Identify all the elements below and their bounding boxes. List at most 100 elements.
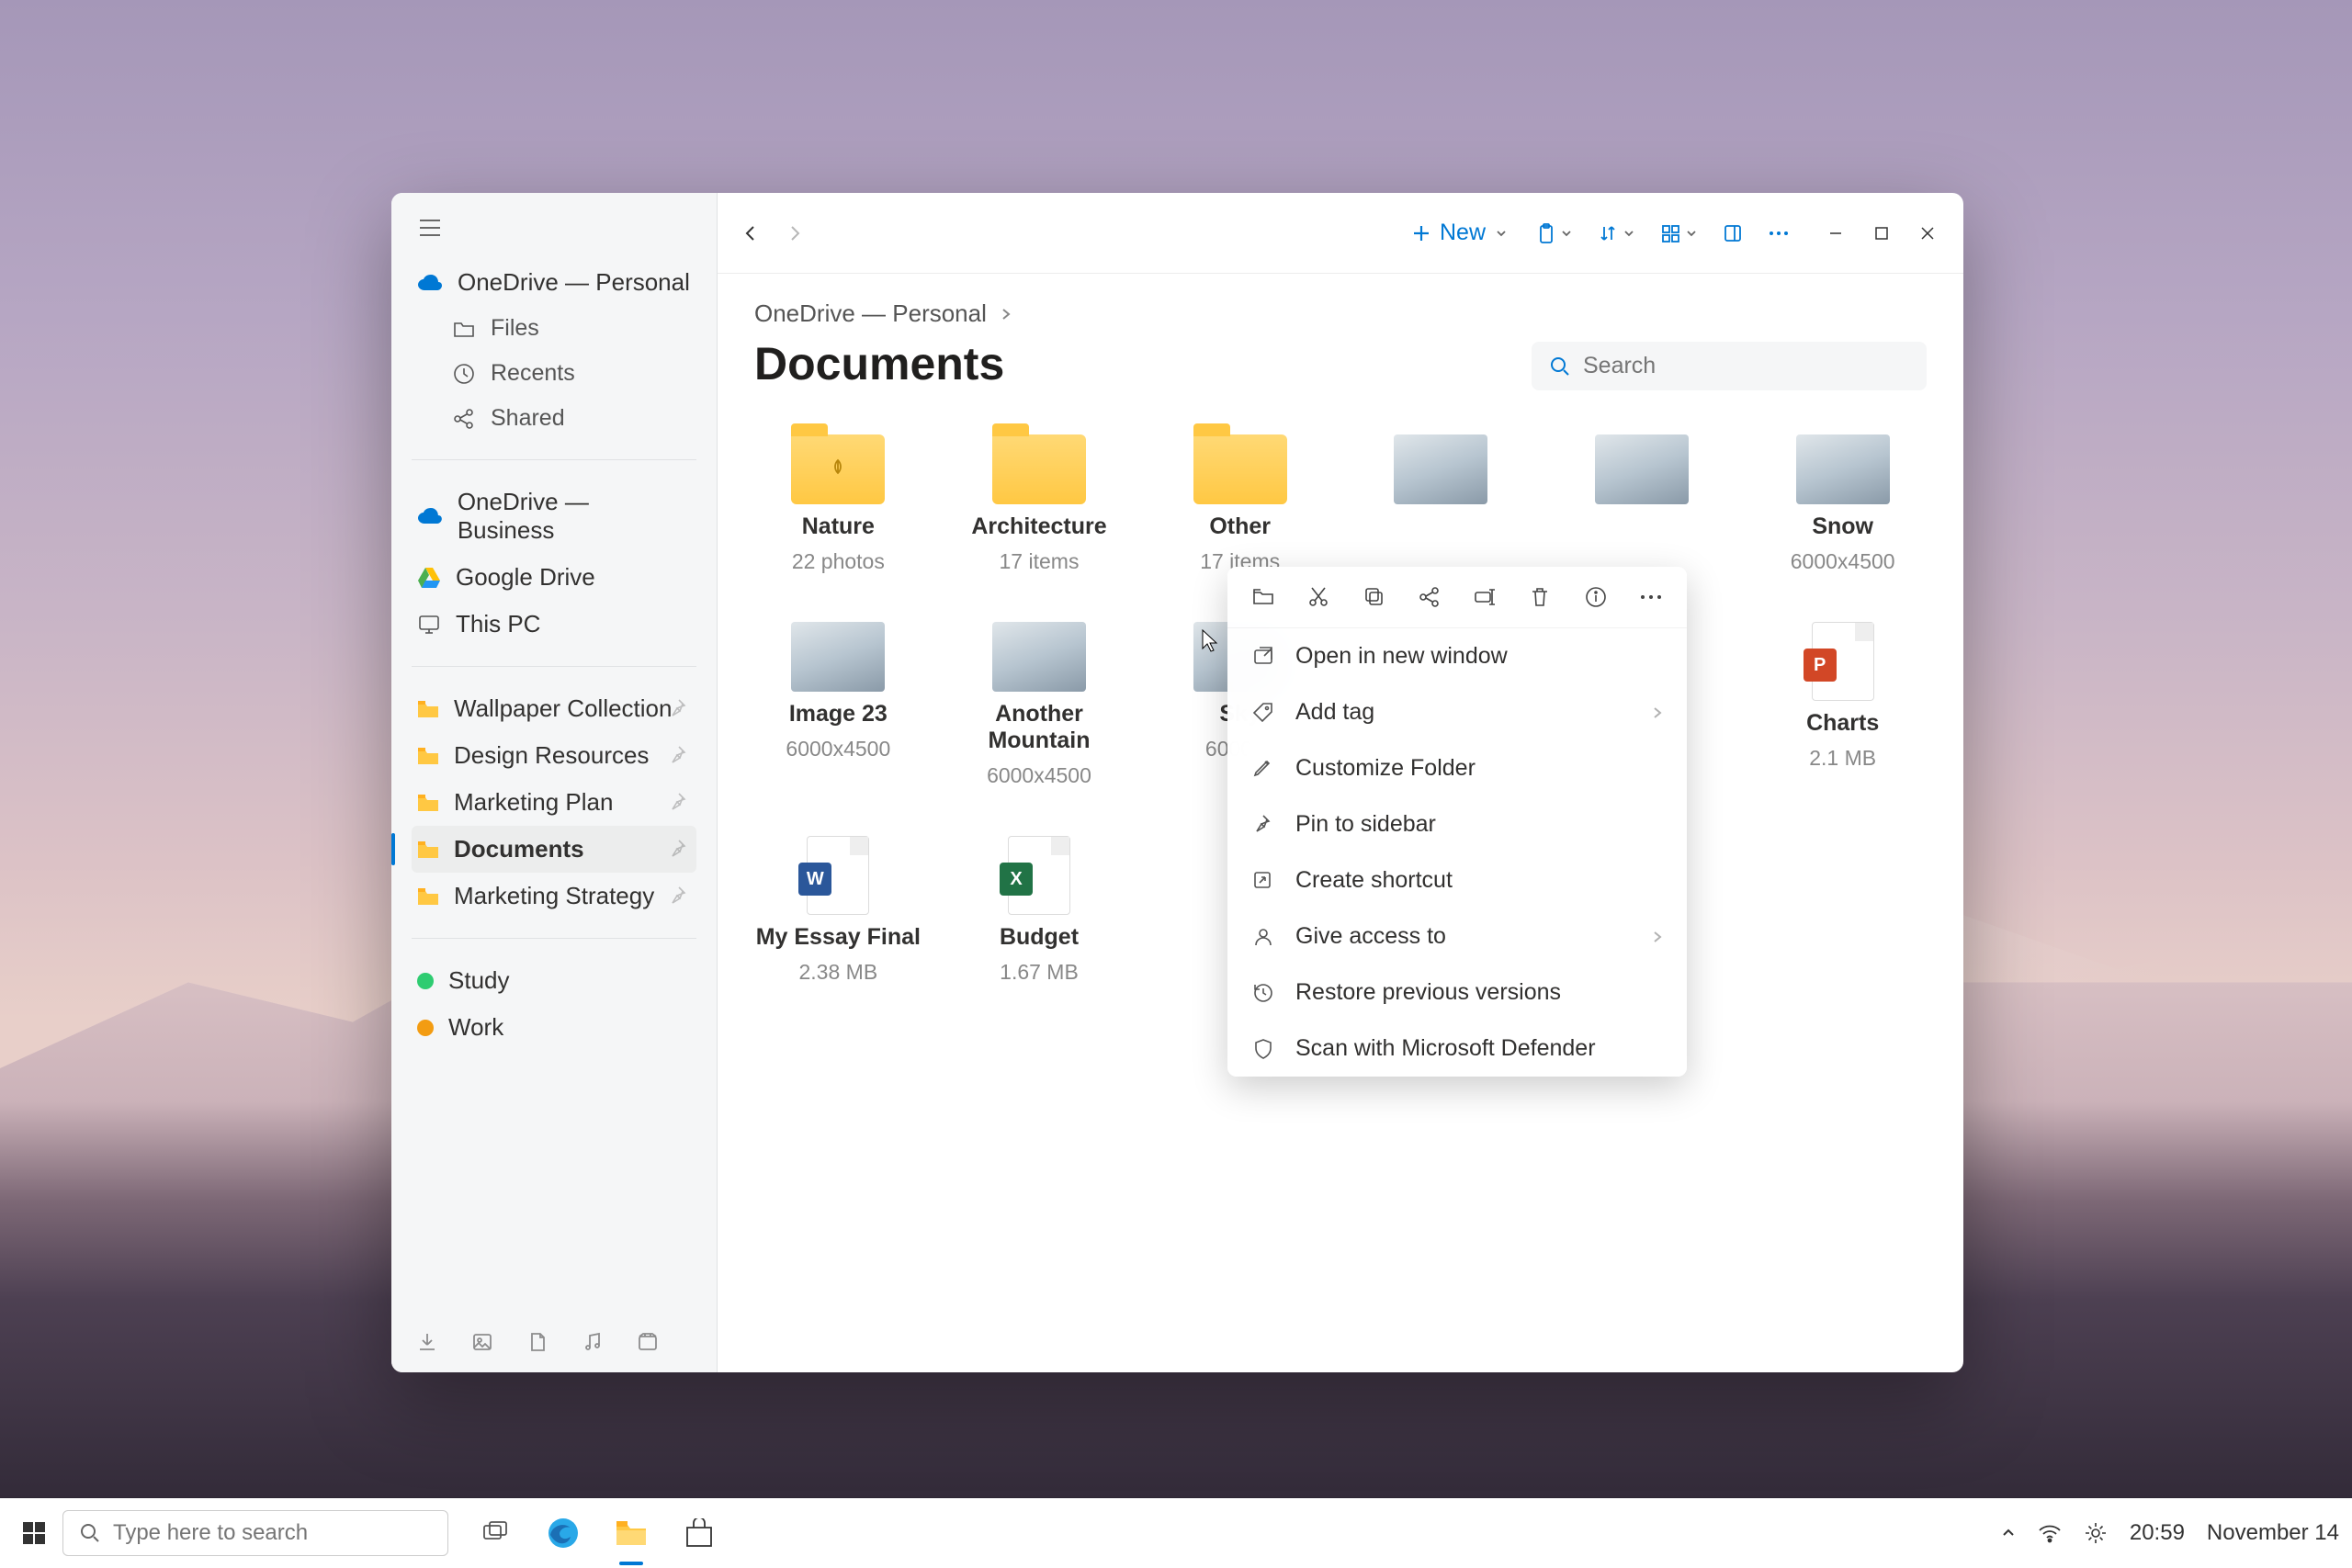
page-title: Documents <box>754 337 1012 390</box>
forward-button[interactable] <box>776 215 813 252</box>
ctx-row-customize-folder[interactable]: Customize Folder <box>1227 740 1687 796</box>
pictures-icon[interactable] <box>469 1328 496 1356</box>
ctx-delete-button[interactable] <box>1524 581 1555 613</box>
pin-icon <box>667 838 691 862</box>
sidebar-tag-study[interactable]: Study <box>412 957 696 1004</box>
ctx-row-create-shortcut[interactable]: Create shortcut <box>1227 852 1687 908</box>
item-meta: 1.67 MB <box>1000 960 1079 985</box>
wifi-icon[interactable] <box>2038 1523 2062 1543</box>
sidebar-item-shared[interactable]: Shared <box>412 396 696 441</box>
image-thumbnail <box>992 622 1086 692</box>
folder-icon <box>791 434 885 504</box>
back-button[interactable] <box>732 215 769 252</box>
sort-button[interactable] <box>1589 216 1644 251</box>
taskbar-date[interactable]: November 14 <box>2207 1520 2339 1546</box>
ctx-row-restore-previous-versions[interactable]: Restore previous versions <box>1227 964 1687 1021</box>
pin-icon <box>667 791 691 815</box>
view-button[interactable] <box>1651 216 1706 251</box>
grid-item[interactable]: Snow6000x4500 <box>1749 427 1936 581</box>
tag-dot-icon <box>417 1020 434 1036</box>
taskbar-search[interactable] <box>62 1510 448 1556</box>
sidebar-fav-marketing-plan[interactable]: Marketing Plan <box>412 779 696 826</box>
music-icon[interactable] <box>579 1328 606 1356</box>
store-app-button[interactable] <box>678 1512 720 1554</box>
grid-item[interactable] <box>1348 427 1534 581</box>
grid-item[interactable]: Nature22 photos <box>745 427 932 581</box>
folder-icon <box>1193 434 1287 504</box>
grid-item[interactable] <box>1549 427 1736 581</box>
image-thumbnail <box>1796 434 1890 504</box>
ctx-cut-button[interactable] <box>1303 581 1334 613</box>
tray-chevron-icon[interactable] <box>2001 1526 2016 1540</box>
ctx-copy-button[interactable] <box>1359 581 1390 613</box>
sidebar-fav-marketing-strategy[interactable]: Marketing Strategy <box>412 873 696 919</box>
ctx-rename-button[interactable] <box>1469 581 1500 613</box>
grid-item[interactable]: WMy Essay Final2.38 MB <box>745 829 932 992</box>
edge-app-button[interactable] <box>542 1512 584 1554</box>
paste-button[interactable] <box>1526 216 1581 251</box>
pin-icon <box>667 697 691 721</box>
sidebar-fav-documents[interactable]: Documents <box>412 826 696 873</box>
folder-icon <box>992 434 1086 504</box>
taskbar-time[interactable]: 20:59 <box>2130 1520 2185 1546</box>
ctx-row-open-in-new-window[interactable]: Open in new window <box>1227 628 1687 684</box>
search-box[interactable] <box>1532 342 1927 390</box>
file-explorer-app-button[interactable] <box>610 1512 652 1554</box>
item-meta: 6000x4500 <box>987 763 1091 788</box>
grid-item[interactable]: XBudget1.67 MB <box>946 829 1133 992</box>
sidebar-google-drive[interactable]: Google Drive <box>412 554 696 601</box>
ctx-row-give-access-to[interactable]: Give access to <box>1227 908 1687 964</box>
sidebar-item-files[interactable]: Files <box>412 306 696 351</box>
close-button[interactable] <box>1906 215 1949 252</box>
item-name: Other <box>1209 513 1271 540</box>
details-pane-button[interactable] <box>1713 216 1752 251</box>
ctx-share-button[interactable] <box>1414 581 1445 613</box>
ctx-more-button[interactable] <box>1635 581 1667 613</box>
image-thumbnail <box>791 622 885 692</box>
sidebar-fav-design-resources[interactable]: Design Resources <box>412 732 696 779</box>
ctx-open-button[interactable] <box>1248 581 1279 613</box>
documents-icon[interactable] <box>524 1328 551 1356</box>
downloads-icon[interactable] <box>413 1328 441 1356</box>
more-options-button[interactable] <box>1759 223 1798 243</box>
grid-item[interactable]: Another Mountain 6000x4500 <box>946 615 1133 795</box>
ctx-row-pin-to-sidebar[interactable]: Pin to sidebar <box>1227 796 1687 852</box>
item-meta: 17 items <box>1000 549 1080 574</box>
new-button[interactable]: New <box>1401 212 1519 254</box>
titlebar: New <box>718 193 1963 274</box>
grid-item[interactable]: Image 236000x4500 <box>745 615 932 795</box>
item-name: Charts <box>1806 710 1879 737</box>
item-name: Another Mountain <box>954 701 1125 754</box>
sidebar-bottom-icons <box>391 1312 717 1372</box>
videos-icon[interactable] <box>634 1328 662 1356</box>
hamburger-menu-button[interactable] <box>413 211 447 244</box>
ctx-row-add-tag[interactable]: Add tag <box>1227 684 1687 740</box>
tag-dot-icon <box>417 973 434 989</box>
sidebar-fav-wallpaper-collection[interactable]: Wallpaper Collection <box>412 685 696 732</box>
maximize-button[interactable] <box>1860 215 1903 252</box>
taskbar-search-input[interactable] <box>113 1520 431 1546</box>
sidebar-this-pc[interactable]: This PC <box>412 601 696 648</box>
grid-item[interactable]: Architecture17 items <box>946 427 1133 581</box>
task-view-button[interactable] <box>474 1512 516 1554</box>
breadcrumb[interactable]: OneDrive — Personal <box>754 299 1012 328</box>
search-input[interactable] <box>1583 353 1908 379</box>
item-name: Snow <box>1812 513 1873 540</box>
settings-icon[interactable] <box>2084 1521 2108 1545</box>
sidebar-onedrive-personal[interactable]: OneDrive — Personal <box>412 259 696 306</box>
sidebar-onedrive-business[interactable]: OneDrive — Business <box>412 479 696 554</box>
sidebar-tag-work[interactable]: Work <box>412 1004 696 1051</box>
ctx-row-scan-with-microsoft-defender[interactable]: Scan with Microsoft Defender <box>1227 1021 1687 1077</box>
item-name: Budget <box>1000 924 1079 951</box>
breadcrumb-label: OneDrive — Personal <box>754 299 987 328</box>
context-menu: Open in new windowAdd tagCustomize Folde… <box>1227 567 1687 1077</box>
ctx-info-button[interactable] <box>1580 581 1611 613</box>
start-button[interactable] <box>13 1512 55 1554</box>
file-explorer-window: OneDrive — PersonalFilesRecentsShared On… <box>391 193 1963 1372</box>
sidebar-item-recents[interactable]: Recents <box>412 351 696 396</box>
item-meta: 2.1 MB <box>1809 746 1876 771</box>
grid-item[interactable]: Other17 items <box>1147 427 1333 581</box>
minimize-button[interactable] <box>1815 215 1857 252</box>
grid-item[interactable]: PCharts2.1 MB <box>1749 615 1936 795</box>
item-name: My Essay Final <box>756 924 921 951</box>
